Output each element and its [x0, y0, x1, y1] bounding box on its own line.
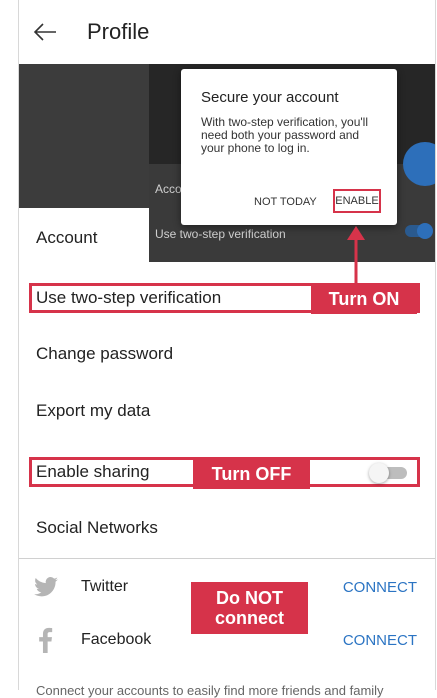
back-button[interactable] [23, 10, 67, 54]
enable-sharing-label: Enable sharing [36, 462, 150, 481]
page-title: Profile [87, 19, 150, 44]
social-networks-label: Social Networks [36, 518, 158, 537]
arrow-left-icon [33, 23, 56, 41]
turn-on-annotation: Turn ON [311, 283, 417, 314]
dialog-title: Secure your account [201, 89, 339, 106]
social-footer-text: Connect your accounts to easily find mor… [36, 683, 384, 698]
twitter-connect-button[interactable]: CONNECT [343, 579, 417, 596]
dialog-body: With two-step verification, you'll need … [201, 115, 369, 155]
change-password-label: Change password [36, 344, 174, 363]
twitter-icon [34, 577, 58, 597]
not-today-button[interactable]: NOT TODAY [254, 196, 317, 208]
preview-toggle [405, 223, 433, 239]
divider [19, 558, 435, 559]
facebook-connect-button[interactable]: CONNECT [343, 632, 417, 649]
export-data-label: Export my data [36, 401, 151, 420]
twitter-label: Twitter [81, 578, 129, 595]
do-not-connect-annotation: Do NOT connect [191, 582, 308, 634]
facebook-label: Facebook [81, 631, 152, 648]
account-section-header: Account [36, 228, 98, 247]
phone-screen: Profile Acco Use two-step verification A… [18, 0, 436, 698]
turn-off-annotation: Turn OFF [193, 458, 310, 489]
secure-account-dialog: Secure your account With two-step verifi… [181, 69, 397, 225]
preview-account-label: Acco [155, 182, 182, 196]
enable-button[interactable]: ENABLE [333, 189, 381, 213]
toggle-knob [369, 463, 389, 483]
profile-cover-image [19, 64, 149, 209]
two-step-label: Use two-step verification [36, 288, 222, 307]
top-app-bar: Profile [19, 0, 435, 64]
sharing-toggle[interactable] [369, 463, 407, 483]
edit-fab [403, 142, 435, 186]
preview-two-step-label: Use two-step verification [155, 227, 286, 241]
facebook-icon [39, 627, 53, 653]
